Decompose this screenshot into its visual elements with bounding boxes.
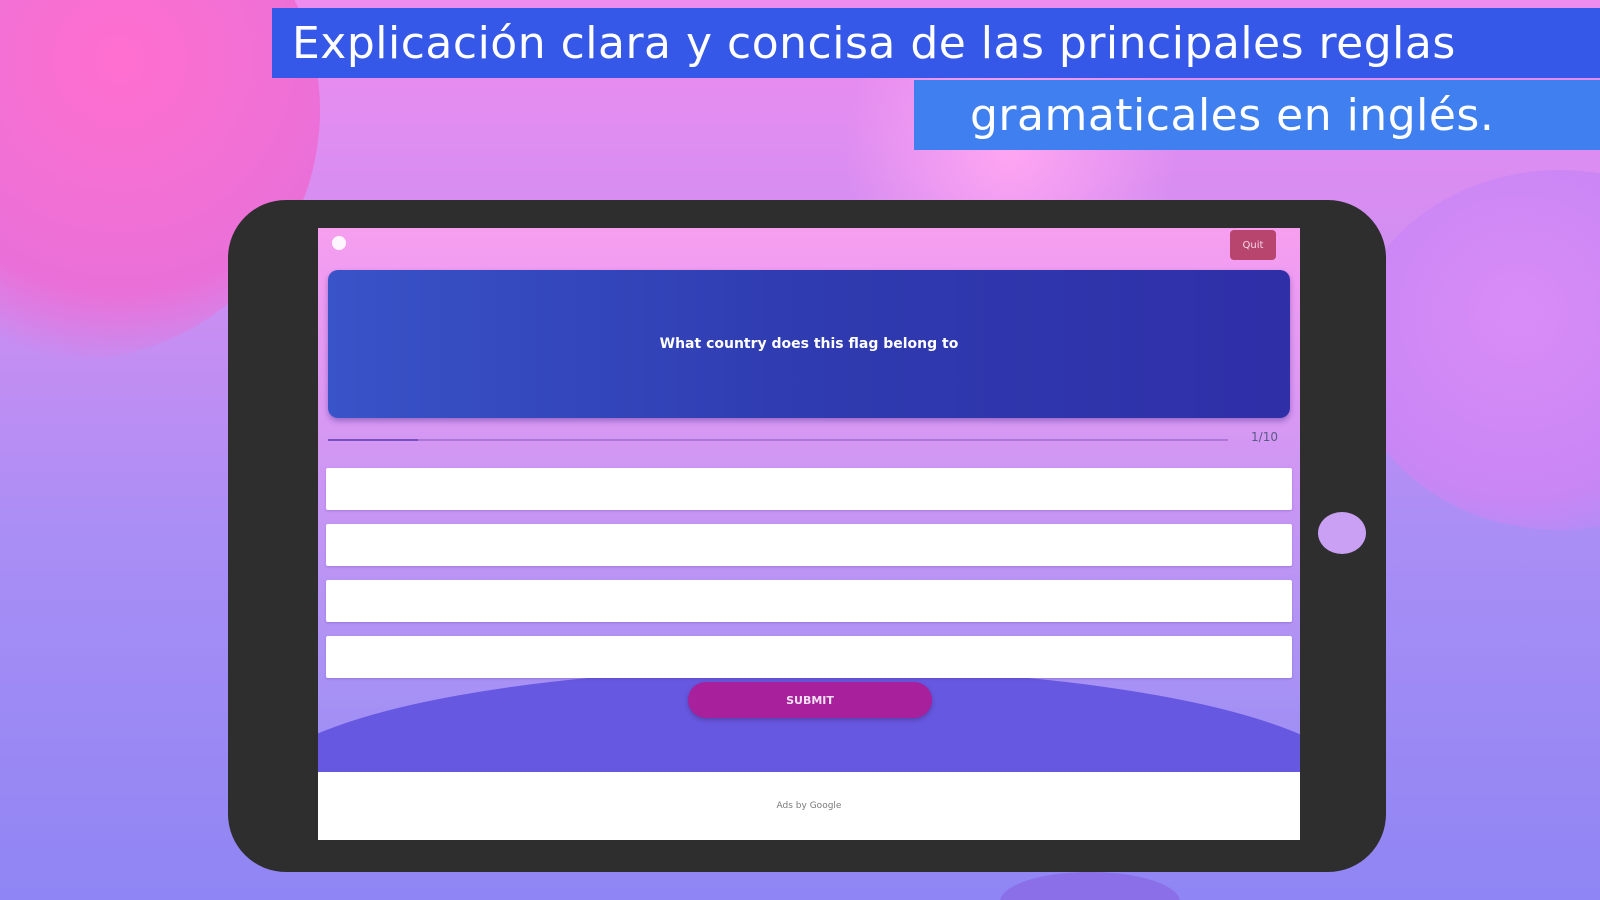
- promo-caption-line-1: Explicación clara y concisa de las princ…: [272, 8, 1600, 78]
- app-circle-icon[interactable]: [332, 236, 346, 250]
- submit-button[interactable]: SUBMIT: [688, 682, 932, 718]
- answer-option-2[interactable]: [326, 524, 1292, 566]
- app-screen: Quit What country does this flag belong …: [318, 228, 1300, 840]
- quit-button[interactable]: Quit: [1230, 230, 1276, 260]
- progress-count: 1/10: [1251, 430, 1278, 444]
- answer-option-3[interactable]: [326, 580, 1292, 622]
- tablet-home-button: [1318, 512, 1366, 554]
- answer-options: [326, 468, 1292, 692]
- question-card: What country does this flag belong to: [328, 270, 1290, 418]
- ad-banner[interactable]: Ads by Google: [318, 772, 1300, 840]
- ad-label: Ads by Google: [776, 801, 842, 811]
- promo-caption-line-2: gramaticales en inglés.: [914, 80, 1600, 150]
- progress-fill: [328, 439, 418, 441]
- background-blob: [1000, 872, 1180, 900]
- answer-option-1[interactable]: [326, 468, 1292, 510]
- question-text: What country does this flag belong to: [659, 336, 959, 352]
- promo-caption-text: gramaticales en inglés.: [970, 89, 1495, 141]
- progress-bar: [328, 439, 1228, 441]
- promo-screenshot: Explicación clara y concisa de las princ…: [0, 0, 1600, 900]
- answer-option-4[interactable]: [326, 636, 1292, 678]
- background-blob: [1350, 170, 1600, 530]
- promo-caption-text: Explicación clara y concisa de las princ…: [292, 17, 1456, 69]
